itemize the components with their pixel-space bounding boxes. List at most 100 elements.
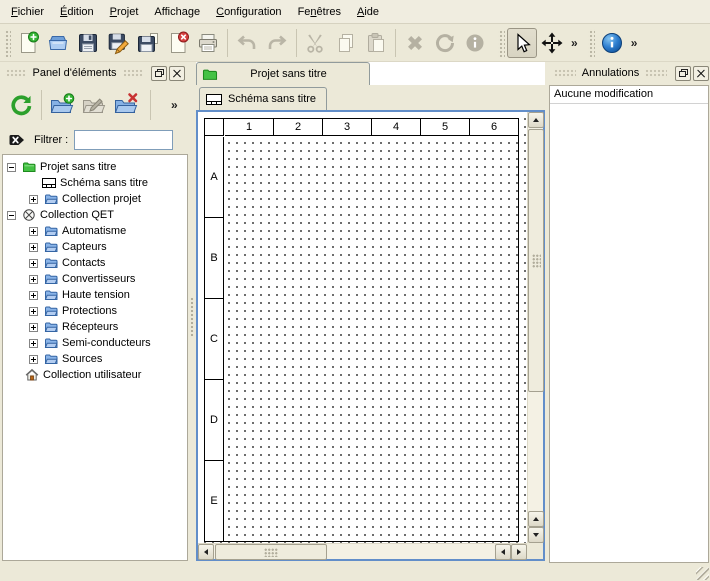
elements-panel-toolbar: » <box>0 85 188 125</box>
tree-item-protections[interactable]: Protections <box>3 303 187 319</box>
scroll-up-button[interactable] <box>528 112 544 128</box>
menu-projet[interactable]: Projet <box>102 0 147 23</box>
clear-filter-icon[interactable] <box>8 131 26 149</box>
tree-item-automatisme[interactable]: Automatisme <box>3 223 187 239</box>
scroll-down-button[interactable] <box>528 527 544 543</box>
menu-aide[interactable]: Aide <box>349 0 387 23</box>
save-button[interactable] <box>73 28 103 58</box>
select-tool-button[interactable] <box>507 28 537 58</box>
horizontal-scrollbar-thumb[interactable] <box>215 544 327 560</box>
expand-icon[interactable] <box>29 307 38 316</box>
tree-item-recepteurs[interactable]: Récepteurs <box>3 319 187 335</box>
down-arrow-icon <box>533 533 539 537</box>
menu-edition[interactable]: Édition <box>52 0 102 23</box>
help-button[interactable] <box>597 28 627 58</box>
tab-projet-sans-titre[interactable]: Projet sans titre <box>196 62 370 85</box>
scroll-up-button-bottom[interactable] <box>528 511 544 527</box>
vertical-scrollbar[interactable] <box>527 112 543 543</box>
tree-item-convertisseurs[interactable]: Convertisseurs <box>3 271 187 287</box>
tree-item-label: Projet sans titre <box>40 161 116 173</box>
expand-icon[interactable] <box>29 275 38 284</box>
tab-schema-sans-titre[interactable]: Schéma sans titre <box>199 87 327 110</box>
open-button[interactable] <box>43 28 73 58</box>
undo-list-item[interactable]: Aucune modification <box>550 86 708 104</box>
float-panel-button[interactable] <box>675 66 691 81</box>
tree-item-label: Contacts <box>62 257 105 269</box>
cut-button[interactable] <box>301 28 331 58</box>
expand-icon[interactable] <box>29 227 38 236</box>
close-file-button[interactable] <box>163 28 193 58</box>
float-icon <box>155 69 164 77</box>
tree-item-collection-qet[interactable]: Collection QET <box>3 207 187 223</box>
paste-button[interactable] <box>361 28 391 58</box>
vertical-scrollbar-thumb[interactable] <box>528 129 544 392</box>
save-as-icon <box>106 31 130 55</box>
menu-fichier[interactable]: Fichier <box>3 0 52 23</box>
tree-item-semi-conducteurs[interactable]: Semi-conducteurs <box>3 335 187 351</box>
expand-icon[interactable] <box>29 259 38 268</box>
menu-affichage[interactable]: Affichage <box>146 0 208 23</box>
diagram-view[interactable]: 1 2 3 4 5 6 A B C D E <box>196 110 545 561</box>
resize-grip-icon[interactable] <box>696 567 709 580</box>
collapse-icon[interactable] <box>7 211 16 220</box>
redo-button[interactable] <box>262 28 292 58</box>
grid-column-label: 1 <box>225 119 274 135</box>
toolbar-handle[interactable] <box>588 29 595 57</box>
undo-panel-title: Annulations <box>582 67 640 79</box>
rotate-button[interactable] <box>430 28 460 58</box>
print-button[interactable] <box>193 28 223 58</box>
new-document-button[interactable] <box>13 28 43 58</box>
move-tool-button[interactable] <box>537 28 567 58</box>
tree-item-contacts[interactable]: Contacts <box>3 255 187 271</box>
save-as-button[interactable] <box>103 28 133 58</box>
element-info-button[interactable] <box>460 28 490 58</box>
toolbar-overflow-chevron[interactable]: » <box>567 36 582 50</box>
toolbar-handle[interactable] <box>4 29 11 57</box>
delete-button[interactable] <box>400 28 430 58</box>
expand-icon[interactable] <box>29 243 38 252</box>
menu-configuration[interactable]: Configuration <box>208 0 289 23</box>
expand-icon[interactable] <box>29 195 38 204</box>
scroll-left-button-right[interactable] <box>495 544 511 560</box>
new-category-icon <box>49 92 75 118</box>
undo-panel-titlebar[interactable]: Annulations <box>548 62 710 84</box>
left-splitter[interactable] <box>188 62 196 563</box>
elements-panel-titlebar[interactable]: Panel d'éléments <box>0 62 188 84</box>
tree-item-capteurs[interactable]: Capteurs <box>3 239 187 255</box>
copy-button[interactable] <box>331 28 361 58</box>
tree-item-collection-utilisateur[interactable]: Collection utilisateur <box>3 367 187 383</box>
close-panel-button[interactable] <box>693 66 709 81</box>
sheet-corner-cell <box>205 119 224 136</box>
edit-category-button[interactable] <box>78 89 110 121</box>
panel-overflow-chevron[interactable]: » <box>167 98 182 112</box>
delete-category-button[interactable] <box>110 89 142 121</box>
new-category-button[interactable] <box>46 89 78 121</box>
close-panel-button[interactable] <box>169 66 185 81</box>
scroll-left-button[interactable] <box>198 544 214 560</box>
tree-item-projet-sans-titre[interactable]: Projet sans titre <box>3 159 187 175</box>
tree-item-collection-projet[interactable]: Collection projet <box>3 191 187 207</box>
filter-input[interactable] <box>74 130 173 150</box>
undo-button[interactable] <box>232 28 262 58</box>
expand-icon[interactable] <box>29 291 38 300</box>
undo-list[interactable]: Aucune modification <box>549 85 709 563</box>
horizontal-scrollbar[interactable] <box>198 543 527 559</box>
right-splitter[interactable] <box>545 62 548 563</box>
tree-item-label: Capteurs <box>62 241 107 253</box>
scroll-right-button[interactable] <box>511 544 527 560</box>
left-arrow-icon <box>501 549 505 555</box>
expand-icon[interactable] <box>29 355 38 364</box>
expand-icon[interactable] <box>29 323 38 332</box>
save-all-button[interactable] <box>133 28 163 58</box>
menu-fenetres[interactable]: Fenêtres <box>290 0 349 23</box>
tree-item-sources[interactable]: Sources <box>3 351 187 367</box>
toolbar-overflow-chevron[interactable]: » <box>627 36 642 50</box>
reload-collections-button[interactable] <box>5 89 37 121</box>
float-panel-button[interactable] <box>151 66 167 81</box>
expand-icon[interactable] <box>29 339 38 348</box>
diagram-canvas[interactable]: 1 2 3 4 5 6 A B C D E <box>198 112 527 543</box>
tree-item-haute-tension[interactable]: Haute tension <box>3 287 187 303</box>
tree-item-schema-sans-titre[interactable]: Schéma sans titre <box>3 175 187 191</box>
toolbar-handle[interactable] <box>498 29 505 57</box>
collapse-icon[interactable] <box>7 163 16 172</box>
